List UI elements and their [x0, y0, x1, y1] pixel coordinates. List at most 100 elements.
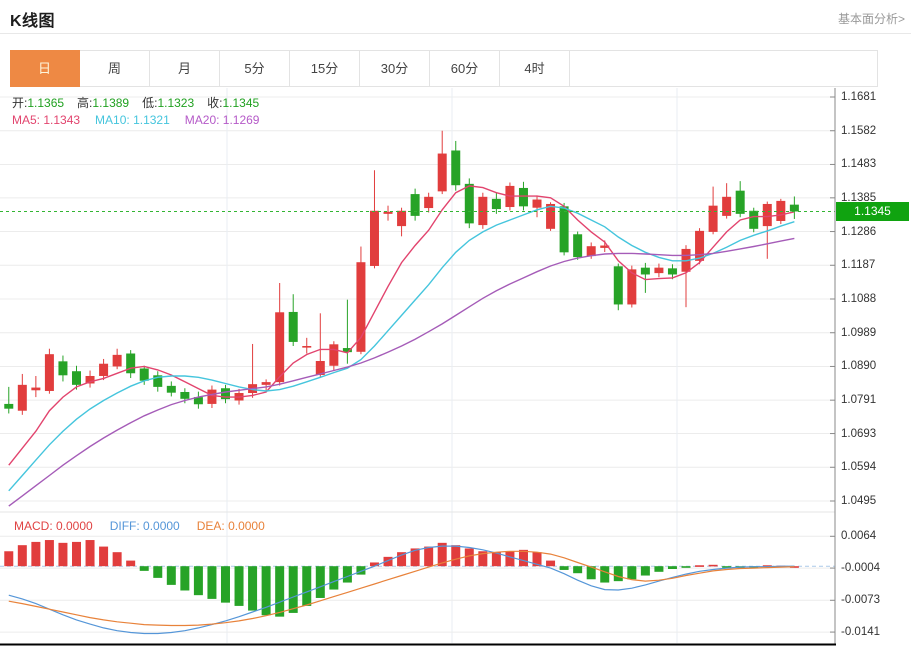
- ohlc-label: 高:: [77, 96, 92, 110]
- price-axis-label: 1.1483: [841, 157, 876, 171]
- ohlc-label: 低:: [142, 96, 157, 110]
- candle: [478, 193, 487, 229]
- candle: [492, 192, 501, 214]
- macd-bar: [465, 548, 474, 566]
- macd-bar: [329, 566, 338, 589]
- ohlc-value: 1.1365: [27, 96, 64, 110]
- macd-bar: [316, 566, 325, 598]
- price-axis-label: 1.0791: [841, 393, 876, 407]
- candle: [289, 294, 298, 346]
- macd-value-diff: DIFF: 0.0000: [110, 519, 180, 533]
- macd-bar: [451, 545, 460, 566]
- macd-bar: [221, 566, 230, 602]
- macd-bar: [600, 566, 609, 582]
- candle: [18, 374, 27, 415]
- candle: [167, 381, 176, 396]
- macd-bar: [248, 566, 257, 610]
- macd-bar: [72, 542, 81, 566]
- price-axis-label: 1.1088: [841, 292, 876, 306]
- candle: [790, 196, 799, 218]
- macd-bar: [695, 565, 704, 567]
- price-axis-label: 1.1385: [841, 191, 876, 205]
- ma-value-ma5: MA5: 1.1343: [12, 113, 80, 127]
- macd-bar: [18, 545, 27, 566]
- candle: [302, 338, 311, 354]
- macd-bar: [654, 566, 663, 572]
- ohlc-readout: 开:1.1365高:1.1389低:1.1323收:1.1345: [12, 94, 272, 111]
- macd-bar: [140, 566, 149, 571]
- candle: [275, 283, 284, 386]
- macd-bar: [709, 565, 718, 567]
- macd-bar: [45, 540, 54, 566]
- macd-bar: [31, 542, 40, 566]
- candle: [316, 313, 325, 378]
- macd-bar: [343, 566, 352, 582]
- macd-bar: [627, 566, 636, 579]
- candle: [451, 141, 460, 191]
- ohlc-value: 1.1345: [222, 96, 259, 110]
- candle: [411, 189, 420, 221]
- candle: [709, 187, 718, 235]
- candle: [262, 379, 271, 391]
- candles: [4, 131, 799, 415]
- ohlc-value: 1.1323: [157, 96, 194, 110]
- candle: [153, 371, 162, 391]
- current-price-tag: 1.1345: [836, 202, 909, 221]
- macd-axis-label: 0.0064: [841, 529, 876, 543]
- macd-bar: [194, 566, 203, 595]
- macd-bar: [235, 566, 244, 606]
- macd-bar: [573, 566, 582, 573]
- ma-value-ma20: MA20: 1.1269: [185, 113, 260, 127]
- candle: [560, 203, 569, 255]
- candle: [438, 131, 447, 194]
- price-axis-label: 1.0693: [841, 427, 876, 441]
- macd-bar: [682, 566, 691, 568]
- candle: [370, 170, 379, 268]
- price-axis-label: 1.0989: [841, 326, 876, 340]
- axis-ticks: [830, 97, 835, 632]
- candle: [614, 264, 623, 311]
- price-axis-label: 1.1681: [841, 90, 876, 104]
- macd-bar: [153, 566, 162, 578]
- candle: [194, 392, 203, 409]
- price-axis-label: 1.0594: [841, 460, 876, 474]
- macd-bar: [99, 547, 108, 567]
- macd-readout: MACD: 0.0000 DIFF: 0.0000 DEA: 0.0000: [14, 519, 282, 533]
- ohlc-label: 开:: [12, 96, 27, 110]
- candle: [424, 193, 433, 213]
- candle: [207, 386, 216, 408]
- macd-bar: [289, 566, 298, 613]
- price-axis-label: 1.0890: [841, 359, 876, 373]
- candle: [45, 349, 54, 394]
- macd-bar: [4, 551, 13, 566]
- macd-value-dea: DEA: 0.0000: [197, 519, 265, 533]
- macd-axis-label: -0.0073: [841, 593, 880, 607]
- candle: [31, 376, 40, 397]
- macd-bar: [167, 566, 176, 585]
- macd-bar: [641, 566, 650, 575]
- macd-bar: [275, 566, 284, 616]
- candle: [573, 232, 582, 260]
- macd-value-macd: MACD: 0.0000: [14, 519, 93, 533]
- macd-bar: [180, 566, 189, 590]
- macd-bar: [113, 552, 122, 566]
- candle: [682, 245, 691, 307]
- ma-value-ma10: MA10: 1.1321: [95, 113, 170, 127]
- macd-bar: [207, 566, 216, 599]
- candle: [533, 195, 542, 217]
- candle: [113, 349, 122, 369]
- price-axis-label: 1.1582: [841, 124, 876, 138]
- price-axis-label: 1.1286: [841, 225, 876, 239]
- price-axis-label: 1.0495: [841, 494, 876, 508]
- ma-readout: MA5: 1.1343 MA10: 1.1321 MA20: 1.1269: [12, 113, 274, 127]
- price-axis-label: 1.1187: [841, 258, 875, 272]
- macd-histogram: [4, 540, 799, 617]
- candle: [722, 183, 731, 218]
- candle: [126, 350, 135, 378]
- macd-bar: [546, 561, 555, 567]
- macd-bar: [302, 566, 311, 606]
- macd-bar: [505, 551, 514, 566]
- macd-bar: [86, 540, 95, 566]
- macd-bar: [126, 561, 135, 567]
- candle: [86, 371, 95, 388]
